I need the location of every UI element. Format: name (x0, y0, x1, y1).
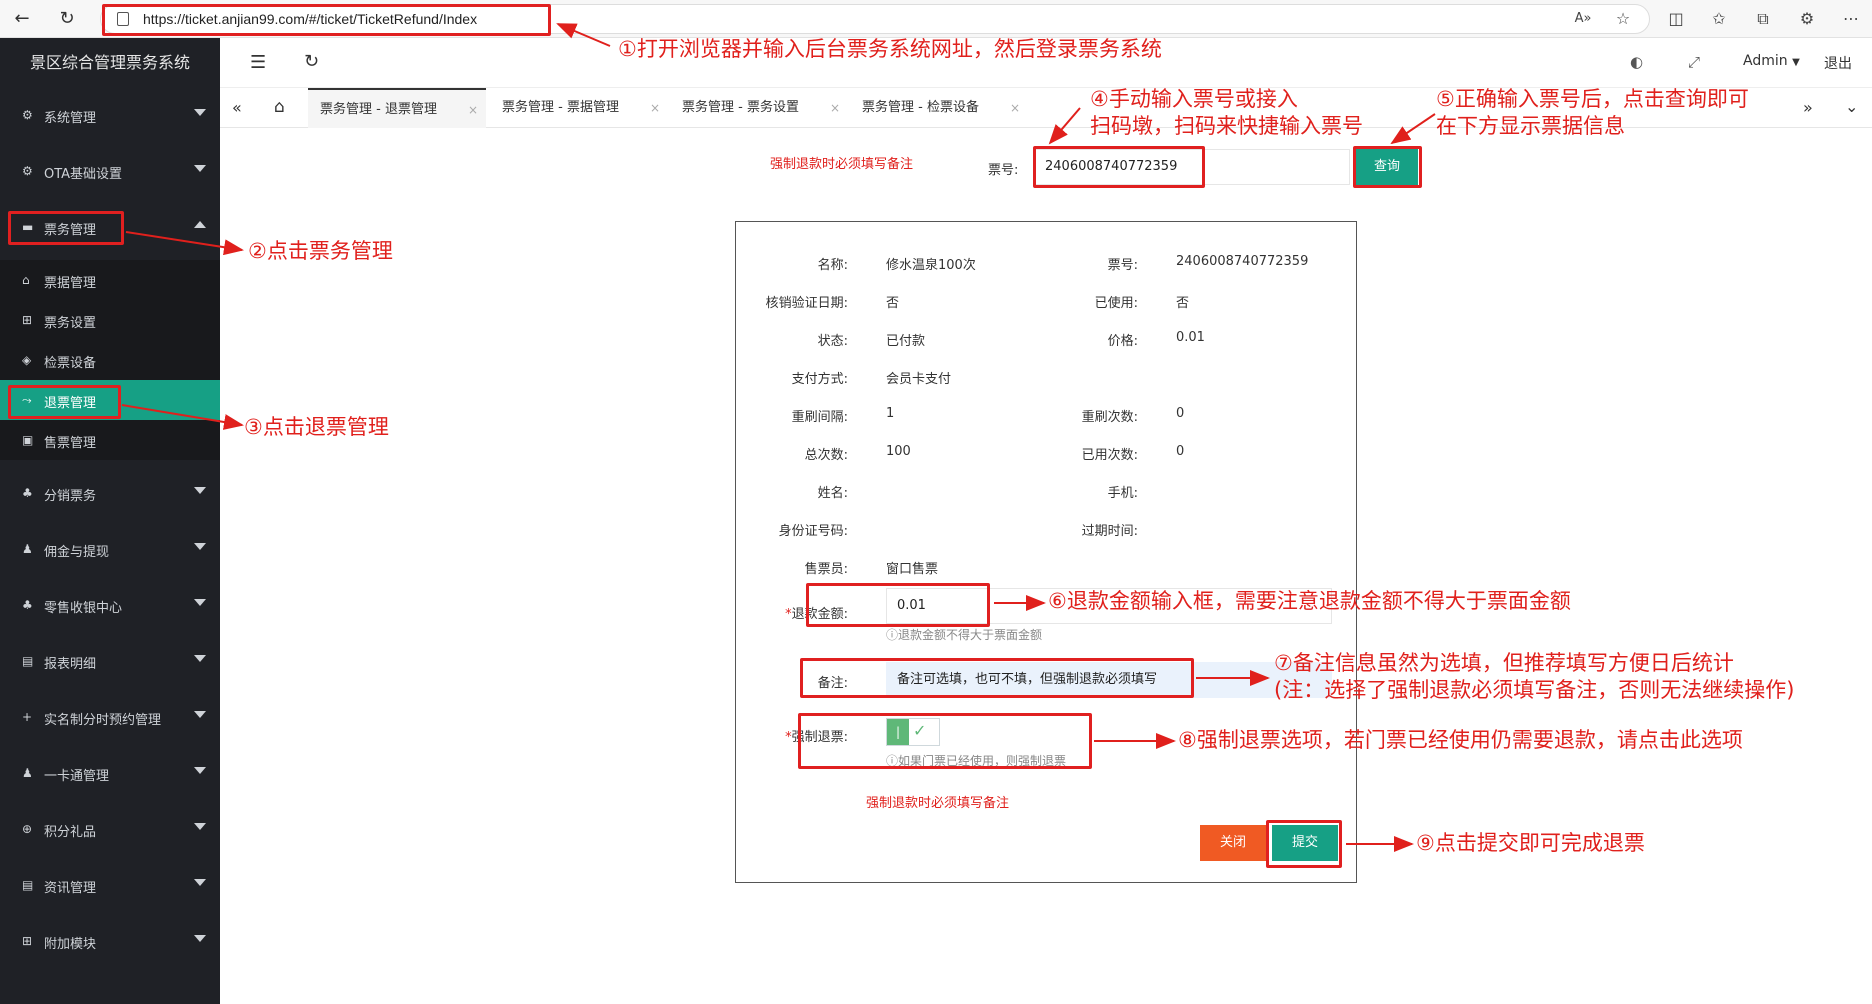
annotation-3: ③点击退票管理 (244, 415, 389, 439)
arrow-5 (1390, 113, 1436, 145)
annotation-9: ⑨点击提交即可完成退票 (1416, 831, 1645, 855)
annotation-6: ⑥退款金额输入框，需要注意退款金额不得大于票面金额 (1048, 589, 1571, 613)
annotation-7-line-1: ⑦备注信息虽然为选填，但推荐填写方便日后统计 (1274, 651, 1734, 675)
annotation-8: ⑧强制退票选项，若门票已经使用仍需要退款，请点击此选项 (1178, 728, 1743, 752)
arrow-1 (556, 23, 611, 47)
annotation-5-line-2: 在下方显示票据信息 (1436, 114, 1625, 138)
annotation-4-line-2: 扫码墩，扫码来快捷输入票号 (1090, 114, 1363, 138)
annotation-4-line-1: ④手动输入票号或接入 (1090, 87, 1298, 111)
arrow-3 (121, 404, 244, 430)
annotation-2: ②点击票务管理 (248, 239, 393, 263)
arrow-2 (125, 231, 244, 256)
annotation-1: ①打开浏览器并输入后台票务系统网址，然后登录票务系统 (618, 37, 1162, 61)
arrow-4 (1048, 107, 1081, 145)
annotation-5-line-1: ⑤正确输入票号后，点击查询即可 (1436, 87, 1749, 111)
annotation-7-line-2: (注：选择了强制退款必须填写备注，否则无法继续操作) (1274, 678, 1795, 702)
